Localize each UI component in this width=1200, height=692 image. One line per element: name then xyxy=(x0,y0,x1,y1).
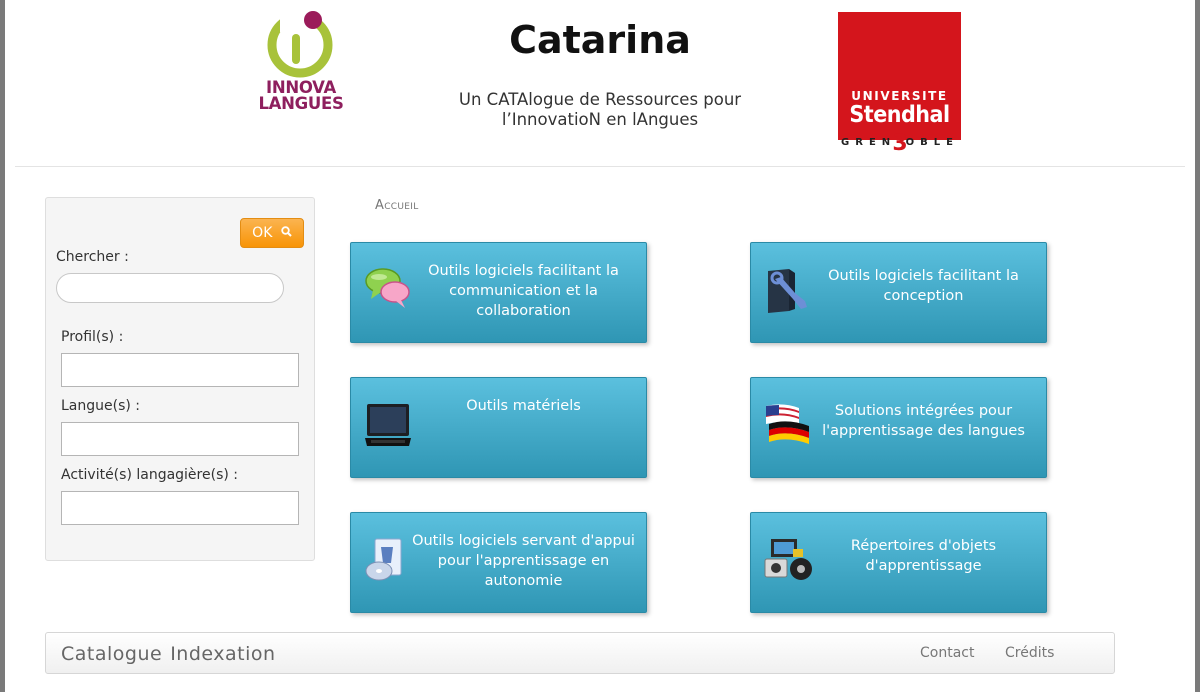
nav-indexation[interactable]: Indexation xyxy=(170,643,275,665)
innova-langues-logo[interactable]: INNOVA LANGUES xyxy=(254,8,348,114)
tile-conception[interactable]: Outils logiciels facilitant la conceptio… xyxy=(750,242,1047,343)
laptop-icon xyxy=(363,400,413,450)
page-title: Catarina xyxy=(509,18,691,62)
innova-logo-mark-icon xyxy=(267,11,333,78)
stendhal-logo-digit: 3 xyxy=(892,131,908,156)
search-sidebar: OK Chercher : Profil(s) : Langue(s) : Ac… xyxy=(45,197,315,561)
media-objects-icon xyxy=(763,535,813,585)
search-label: Chercher : xyxy=(56,249,129,265)
tile-repertoires-objets[interactable]: Répertoires d'objets d'apprentissage xyxy=(750,512,1047,613)
footer-brand: Catalogue Indexation xyxy=(61,643,284,665)
search-icon xyxy=(281,219,292,247)
page-subtitle: Un CATAlogue de Ressources pour l’Innova… xyxy=(430,90,770,130)
subtitle-line1: Un CATAlogue de Ressources pour xyxy=(458,90,742,109)
langues-label: Langue(s) : xyxy=(61,398,141,414)
tile-label: Outils matériels xyxy=(466,398,581,414)
stendhal-logo-line2: Stendhal xyxy=(849,102,950,128)
window-frame-right xyxy=(1195,0,1200,692)
universite-stendhal-logo[interactable]: UNIVERSITE Stendhal xyxy=(838,12,961,140)
breadcrumb-home[interactable]: Accueil xyxy=(375,198,419,213)
software-cd-icon xyxy=(363,535,413,585)
breadcrumb: Accueil xyxy=(375,198,419,213)
grenoble-logo-band: GREN OBLE 3 xyxy=(838,131,962,157)
search-input[interactable] xyxy=(56,273,284,303)
nav-catalogue[interactable]: Catalogue xyxy=(61,643,162,665)
profils-field[interactable] xyxy=(61,353,299,387)
ok-button-label: OK xyxy=(252,225,273,241)
tile-solutions-integrees[interactable]: Solutions intégrées pour l'apprentissage… xyxy=(750,377,1047,478)
wrench-tool-icon xyxy=(763,265,813,315)
tile-apprentissage-autonomie[interactable]: Outils logiciels servant d'appui pour l'… xyxy=(350,512,647,613)
innova-logo-line2: LANGUES xyxy=(258,94,344,113)
header-divider xyxy=(15,166,1185,167)
tile-label: Solutions intégrées pour l'apprentissage… xyxy=(822,403,1025,439)
window-frame-left xyxy=(0,0,5,692)
nav-credits[interactable]: Crédits xyxy=(1005,645,1054,661)
chat-bubbles-icon xyxy=(363,265,413,315)
activites-field[interactable] xyxy=(61,491,299,525)
tile-label: Outils logiciels facilitant la communica… xyxy=(428,263,619,319)
activites-label: Activité(s) langagière(s) : xyxy=(61,467,238,483)
subtitle-line2: l’InnovatioN en lAngues xyxy=(501,110,699,129)
tile-label: Répertoires d'objets d'apprentissage xyxy=(850,538,997,574)
flags-icon xyxy=(763,400,813,450)
ok-search-button[interactable]: OK xyxy=(240,218,304,248)
tile-label: Outils logiciels servant d'appui pour l'… xyxy=(412,533,635,589)
stendhal-logo-line1: UNIVERSITE xyxy=(851,89,948,103)
footer-navbar: Catalogue Indexation Contact Crédits xyxy=(45,632,1115,674)
langues-field[interactable] xyxy=(61,422,299,456)
tile-label: Outils logiciels facilitant la conceptio… xyxy=(828,268,1019,304)
tile-outils-materiels[interactable]: Outils matériels xyxy=(350,377,647,478)
tile-communication-collaboration[interactable]: Outils logiciels facilitant la communica… xyxy=(350,242,647,343)
nav-contact[interactable]: Contact xyxy=(920,645,974,661)
profils-label: Profil(s) : xyxy=(61,329,124,345)
